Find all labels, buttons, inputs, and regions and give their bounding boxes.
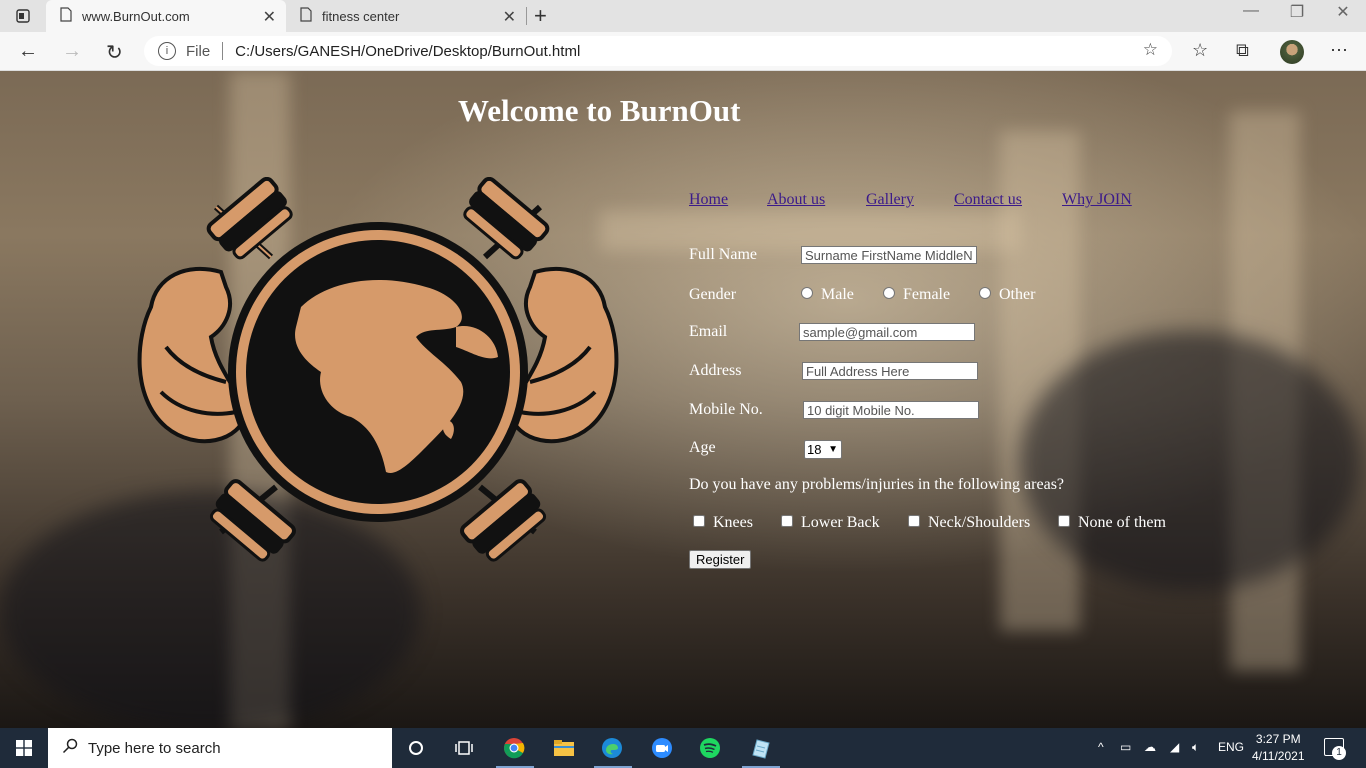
address-bar[interactable]: i File C:/Users/GANESH/OneDrive/Desktop/…: [144, 36, 1172, 66]
injury-lower-back-checkbox[interactable]: [781, 515, 793, 527]
new-tab-icon[interactable]: +: [534, 3, 547, 29]
restore-icon[interactable]: ❐: [1274, 2, 1320, 22]
add-favorite-icon[interactable]: ☆: [1143, 40, 1158, 60]
search-icon: [62, 738, 78, 758]
profile-avatar[interactable]: [1280, 40, 1304, 64]
register-button[interactable]: Register: [689, 550, 752, 569]
close-window-icon[interactable]: ✕: [1320, 2, 1366, 22]
injury-neck-shoulders-label: Neck/Shoulders: [928, 514, 1031, 531]
nav-link-why-join[interactable]: Why JOIN: [1062, 191, 1132, 209]
gender-male-label: Male: [821, 286, 854, 303]
gender-other-radio[interactable]: [979, 287, 991, 299]
chrome-icon[interactable]: [502, 736, 526, 760]
gender-female-label: Female: [903, 286, 951, 303]
injury-neck-shoulders-checkbox[interactable]: [908, 515, 920, 527]
nav-link-about-us[interactable]: About us: [767, 191, 825, 209]
tab-actions-icon[interactable]: [8, 6, 38, 26]
barbell-bottom-left-icon: [209, 479, 296, 562]
gender-female-radio[interactable]: [883, 287, 895, 299]
notification-count-badge: 1: [1332, 746, 1346, 760]
volume-icon[interactable]: 🔈︎: [1192, 740, 1199, 755]
age-label: Age: [689, 439, 716, 456]
battery-icon[interactable]: ▭: [1120, 740, 1131, 754]
onedrive-icon[interactable]: ☁: [1144, 740, 1156, 754]
injury-knees-label: Knees: [713, 514, 753, 531]
injury-none-label: None of them: [1078, 514, 1166, 531]
barbell-top-right-icon: [463, 177, 550, 260]
gender-label: Gender: [689, 286, 737, 303]
address-divider: [222, 42, 224, 60]
scheme-label: File: [186, 42, 211, 60]
nav-link-gallery[interactable]: Gallery: [866, 191, 914, 209]
injuries-question: Do you have any problems/injuries in the…: [689, 476, 1065, 493]
mobile-input[interactable]: [803, 401, 979, 419]
burnout-logo: [137, 177, 619, 562]
info-icon[interactable]: i: [158, 42, 176, 60]
background-dumbbells: [1020, 331, 1360, 591]
age-select[interactable]: 18 ▼: [804, 440, 842, 459]
tab-fitness-center[interactable]: fitness center ✕: [286, 0, 526, 32]
close-tab-icon[interactable]: ✕: [263, 7, 276, 27]
spotify-icon[interactable]: [698, 736, 722, 760]
tab-title: www.BurnOut.com: [82, 8, 190, 24]
back-icon[interactable]: ←: [18, 40, 38, 63]
browser-toolbar: ← → ↻ i File C:/Users/GANESH/OneDrive/De…: [0, 32, 1366, 71]
age-select-value: 18: [807, 442, 822, 457]
refresh-icon[interactable]: ↻: [106, 40, 123, 65]
tab-title: fitness center: [322, 8, 400, 24]
document-icon: [300, 7, 312, 25]
show-hidden-icons-icon[interactable]: ^: [1098, 740, 1104, 754]
url-text[interactable]: C:/Users/GANESH/OneDrive/Desktop/BurnOut…: [235, 43, 580, 60]
favorites-icon[interactable]: ☆: [1192, 40, 1208, 61]
injury-none-checkbox[interactable]: [1058, 515, 1070, 527]
mobile-label: Mobile No.: [689, 401, 763, 418]
page-content: Welcome to BurnOut Home About us Gallery…: [0, 71, 1366, 728]
windows-taskbar: Type here to search ^ ▭ ☁ ◢ 🔈︎ ENG 3:27 …: [0, 728, 1366, 768]
cortana-icon[interactable]: [404, 736, 428, 760]
search-placeholder: Type here to search: [88, 739, 221, 757]
browser-tab-bar: www.BurnOut.com ✕ fitness center ✕ + — ❐…: [0, 0, 1366, 32]
full-name-label: Full Name: [689, 246, 757, 263]
nav-link-contact-us[interactable]: Contact us: [954, 191, 1022, 209]
zoom-icon[interactable]: [650, 736, 674, 760]
injury-knees-checkbox[interactable]: [693, 515, 705, 527]
gender-male-radio[interactable]: [801, 287, 813, 299]
windows-start-icon[interactable]: [16, 740, 32, 756]
barbell-top-left-icon: [206, 177, 293, 260]
edge-icon[interactable]: [600, 736, 624, 760]
page-title: Welcome to BurnOut: [458, 93, 741, 128]
full-name-input[interactable]: [801, 246, 977, 264]
more-menu-icon[interactable]: ⋯: [1330, 40, 1348, 61]
chevron-down-icon: ▼: [828, 444, 838, 455]
document-icon: [60, 7, 72, 25]
tab-separator: [526, 7, 527, 25]
close-tab-icon[interactable]: ✕: [503, 7, 516, 27]
file-explorer-icon[interactable]: [552, 736, 576, 760]
collections-icon[interactable]: ⧉: [1236, 40, 1249, 61]
notepad-icon[interactable]: [748, 736, 772, 760]
task-view-icon[interactable]: [452, 736, 476, 760]
wifi-icon[interactable]: ◢: [1170, 740, 1179, 754]
language-indicator[interactable]: ENG: [1218, 740, 1244, 754]
nav-link-home[interactable]: Home: [689, 191, 728, 209]
forward-icon[interactable]: →: [62, 40, 82, 63]
barbell-bottom-right-icon: [460, 479, 547, 562]
gender-other-label: Other: [999, 286, 1036, 303]
background-beam: [600, 211, 1020, 251]
email-input[interactable]: [799, 323, 975, 341]
clock-time: 3:27 PM: [1255, 732, 1301, 746]
globe-icon: [228, 222, 528, 522]
address-input[interactable]: [802, 362, 978, 380]
address-label: Address: [689, 362, 742, 379]
clock-date: 4/11/2021: [1252, 749, 1305, 763]
tab-burnout[interactable]: www.BurnOut.com ✕: [46, 0, 286, 32]
taskbar-clock[interactable]: 3:27 PM 4/11/2021: [1252, 731, 1305, 765]
email-label: Email: [689, 323, 728, 340]
injury-lower-back-label: Lower Back: [801, 514, 880, 531]
minimize-icon[interactable]: —: [1228, 2, 1274, 20]
taskbar-search-box[interactable]: Type here to search: [48, 728, 392, 768]
